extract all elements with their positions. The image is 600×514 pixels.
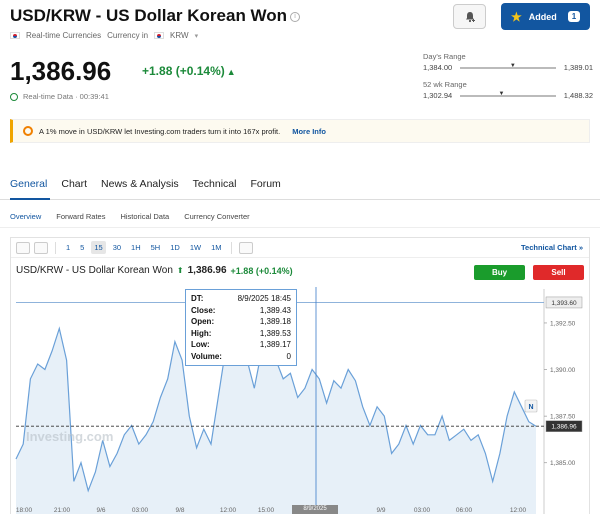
x-tick-label: 9/8 — [175, 507, 184, 514]
x-tick-label: 9/9 — [376, 507, 385, 514]
price-chart[interactable]: 1,393.60 1,386.96 1,385.00 1,387.50 1,390.00… — [0, 0, 600, 514]
news-marker-label: N — [528, 404, 533, 411]
x-tick-label: 03:00 — [132, 507, 149, 514]
y-tick-label: 1,392.50 — [550, 320, 576, 327]
x-tick-label: 21:00 — [54, 507, 71, 514]
investing-watermark: Investing.com — [26, 429, 113, 444]
x-tick-label: 03:00 — [414, 507, 431, 514]
ohlc-tooltip: DT: 8/9/2025 18:45 Close: 1,389.43 Open: 1,… — [185, 289, 297, 366]
price-tag-label: 1,386.96 — [551, 424, 577, 431]
x-tick-label: 12:00 — [220, 507, 237, 514]
price-tag-label: 1,393.60 — [551, 300, 577, 307]
y-tick-label: 1,387.50 — [550, 414, 576, 421]
x-tick-label: 9/6 — [96, 507, 105, 514]
x-tick-label: 12:00 — [510, 507, 527, 514]
y-tick-label: 1,390.00 — [550, 367, 576, 374]
x-tick-label: 15:00 — [258, 507, 275, 514]
crosshair-date-flag: 8/9/2025 — [292, 505, 338, 514]
x-tick-label: 06:00 — [456, 507, 473, 514]
x-tick-label: 18:00 — [16, 507, 33, 514]
y-tick-label: 1,385.00 — [550, 460, 576, 467]
